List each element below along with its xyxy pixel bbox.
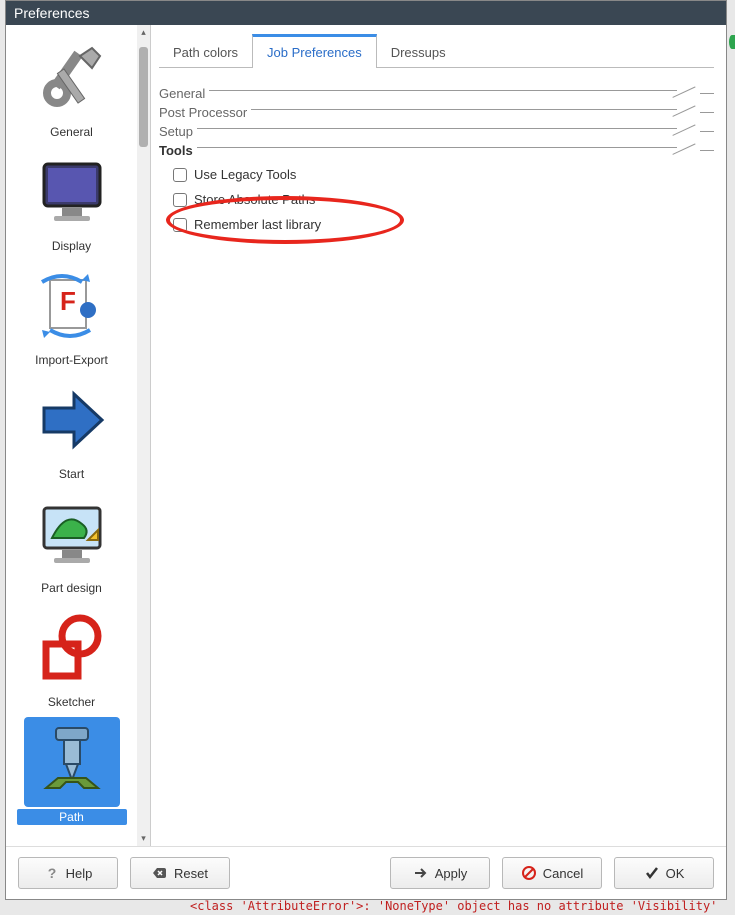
checkbox-store-absolute[interactable] (173, 193, 187, 207)
start-icon (24, 375, 120, 465)
sidebar-label-start: Start (17, 467, 127, 481)
content-area: General Display (6, 25, 726, 846)
sidebar-label-path: Path (17, 809, 127, 825)
sidebar-item-import-export[interactable]: F Import-Export (17, 257, 127, 371)
display-icon (24, 147, 120, 237)
apply-icon (413, 865, 429, 881)
section-post-processor[interactable]: Post Processor (159, 105, 714, 120)
checkbox-row-store-absolute[interactable]: Store Absolute Paths (159, 187, 714, 212)
checkbox-label-use-legacy: Use Legacy Tools (194, 167, 296, 182)
section-tools[interactable]: Tools (159, 143, 714, 158)
right-edge-green-icon (729, 35, 735, 49)
sidebar-label-sketcher: Sketcher (17, 695, 127, 709)
reset-label: Reset (174, 866, 208, 881)
ok-button[interactable]: OK (614, 857, 714, 889)
svg-text:?: ? (47, 865, 56, 881)
scroll-up-icon[interactable]: ▴ (137, 27, 150, 38)
sidebar-item-display[interactable]: Display (17, 143, 127, 257)
section-divider (197, 147, 697, 155)
tab-bar: Path colors Job Preferences Dressups (159, 33, 714, 68)
checkbox-label-remember-library: Remember last library (194, 217, 321, 232)
sidebar-label-import-export: Import-Export (17, 353, 127, 367)
help-button[interactable]: ? Help (18, 857, 118, 889)
scroll-down-icon[interactable]: ▾ (137, 833, 150, 844)
checkbox-row-remember-library[interactable]: Remember last library (159, 212, 714, 237)
console-error-line: <class 'AttributeError'>: 'NoneType' obj… (190, 897, 735, 915)
svg-text:F: F (60, 286, 76, 316)
sidebar-item-part-design[interactable]: Part design (17, 485, 127, 599)
tab-job-preferences[interactable]: Job Preferences (252, 34, 377, 68)
checkbox-use-legacy[interactable] (173, 168, 187, 182)
cancel-label: Cancel (543, 866, 583, 881)
right-edge-strip (727, 28, 735, 898)
section-divider (251, 109, 697, 117)
reset-button[interactable]: Reset (130, 857, 230, 889)
cancel-button[interactable]: Cancel (502, 857, 602, 889)
help-label: Help (66, 866, 93, 881)
window-titlebar[interactable]: Preferences (6, 1, 726, 25)
tab-path-colors[interactable]: Path colors (159, 34, 252, 68)
import-export-icon: F (24, 261, 120, 351)
help-icon: ? (44, 865, 60, 881)
sketcher-icon (24, 603, 120, 693)
section-divider (197, 128, 697, 136)
window-title: Preferences (14, 5, 89, 21)
checkbox-remember-library[interactable] (173, 218, 187, 232)
section-label-general: General (159, 86, 209, 101)
apply-button[interactable]: Apply (390, 857, 490, 889)
sidebar-item-start[interactable]: Start (17, 371, 127, 485)
general-icon (24, 33, 120, 123)
tab-dressups[interactable]: Dressups (377, 34, 460, 68)
reset-icon (152, 865, 168, 881)
ok-label: OK (666, 866, 685, 881)
section-label-post-processor: Post Processor (159, 105, 251, 120)
sidebar-container: General Display (6, 25, 151, 846)
sidebar-item-general[interactable]: General (17, 29, 127, 143)
section-divider (209, 90, 697, 98)
section-general[interactable]: General (159, 86, 714, 101)
checkbox-row-use-legacy[interactable]: Use Legacy Tools (159, 162, 714, 187)
path-icon (24, 717, 120, 807)
sidebar-item-path[interactable]: Path (17, 713, 127, 829)
sections-area: General Post Processor Setup Tools (159, 82, 714, 237)
sidebar-label-part-design: Part design (17, 581, 127, 595)
checkbox-label-store-absolute: Store Absolute Paths (194, 192, 315, 207)
dialog-footer: ? Help Reset Apply Cancel OK (6, 846, 726, 899)
cancel-icon (521, 865, 537, 881)
sidebar-item-sketcher[interactable]: Sketcher (17, 599, 127, 713)
category-sidebar[interactable]: General Display (6, 25, 137, 846)
scroll-thumb[interactable] (139, 47, 148, 147)
preferences-window: Preferences General (5, 0, 727, 900)
section-label-tools: Tools (159, 143, 197, 158)
sidebar-scrollbar[interactable]: ▴ ▾ (137, 25, 150, 846)
sidebar-label-general: General (17, 125, 127, 139)
main-panel: Path colors Job Preferences Dressups Gen… (151, 25, 726, 846)
sidebar-label-display: Display (17, 239, 127, 253)
section-setup[interactable]: Setup (159, 124, 714, 139)
apply-label: Apply (435, 866, 468, 881)
ok-icon (644, 865, 660, 881)
section-label-setup: Setup (159, 124, 197, 139)
part-design-icon (24, 489, 120, 579)
